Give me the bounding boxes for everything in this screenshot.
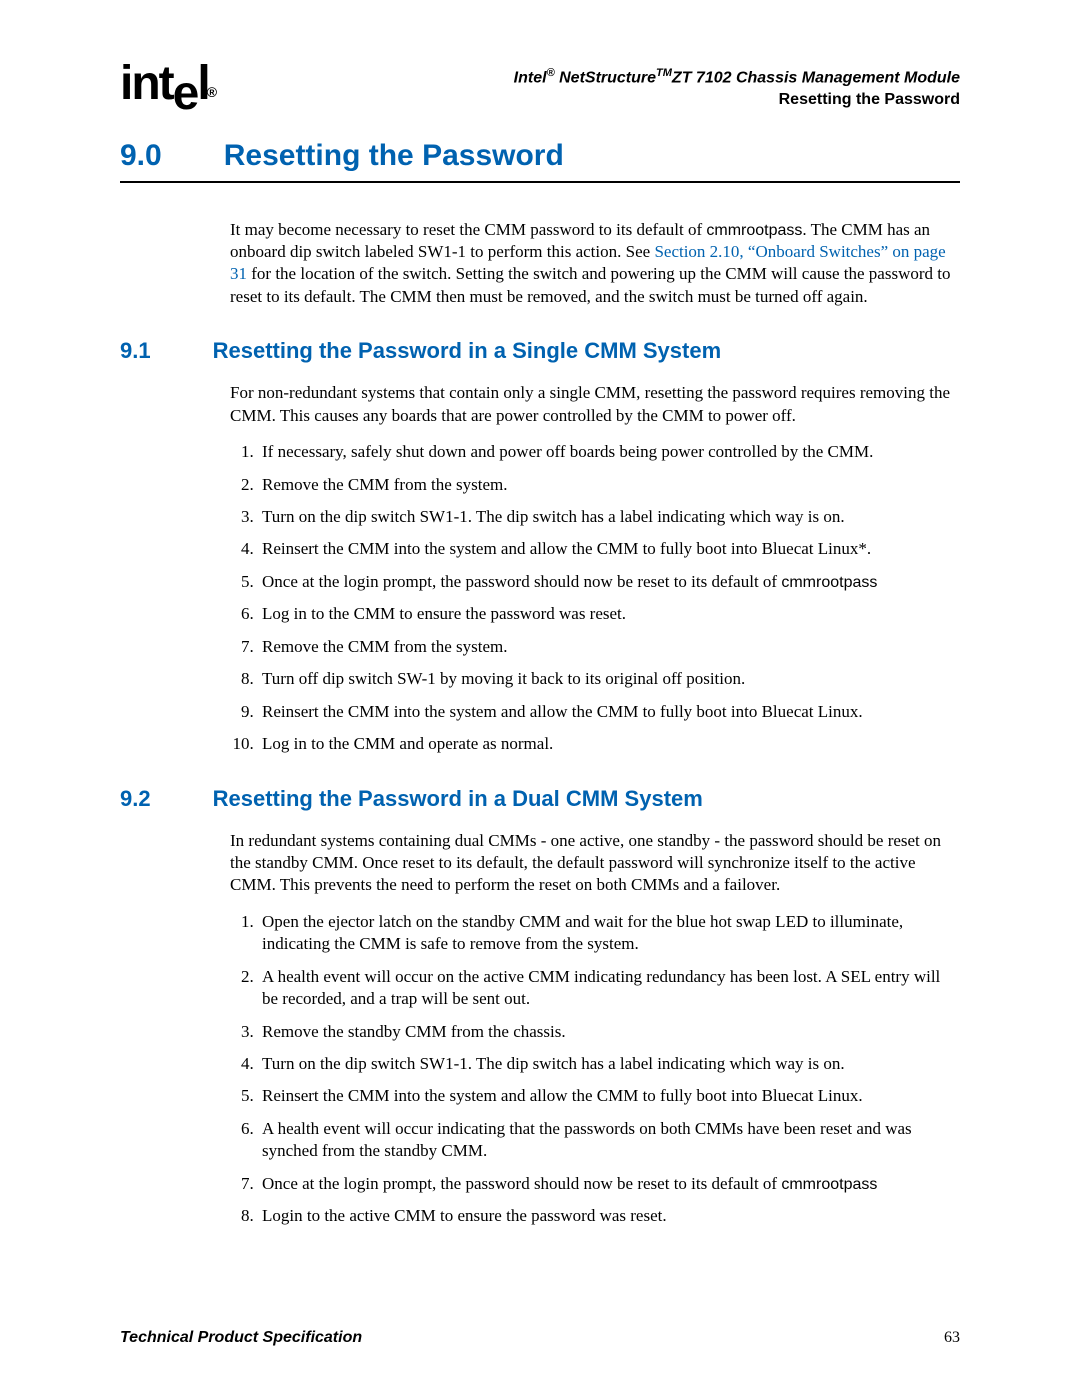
product-title: Intel® NetStructureTMZT 7102 Chassis Man… [514, 66, 960, 89]
page-header: intel® Intel® NetStructureTMZT 7102 Chas… [120, 60, 960, 111]
footer-page-number: 63 [944, 1329, 960, 1347]
heading-title: Resetting the Password in a Dual CMM Sys… [213, 786, 703, 812]
list-item: Once at the login prompt, the password s… [258, 571, 960, 593]
page: intel® Intel® NetStructureTMZT 7102 Chas… [0, 0, 1080, 1397]
intro-text: It may become necessary to reset the CMM… [230, 219, 960, 309]
list-item: Login to the active CMM to ensure the pa… [258, 1205, 960, 1227]
list-item: If necessary, safely shut down and power… [258, 441, 960, 463]
section-heading-9-1: 9.1 Resetting the Password in a Single C… [120, 338, 960, 364]
list-item: Reinsert the CMM into the system and all… [258, 701, 960, 723]
heading-number: 9.1 [120, 338, 151, 364]
section-9-1-para: For non-redundant systems that contain o… [230, 382, 960, 427]
footer-doc-title: Technical Product Specification [120, 1329, 362, 1347]
heading-title: Resetting the Password in a Single CMM S… [213, 338, 722, 364]
heading-number: 9.0 [120, 139, 162, 173]
heading-number: 9.2 [120, 786, 151, 812]
section-9-1-steps: If necessary, safely shut down and power… [230, 441, 960, 755]
list-item: A health event will occur indicating tha… [258, 1118, 960, 1163]
cross-reference-link[interactable]: Section 2.10, “Onboard Switches” on page… [230, 242, 946, 283]
list-item: Reinsert the CMM into the system and all… [258, 538, 960, 560]
list-item: Turn on the dip switch SW1-1. The dip sw… [258, 1053, 960, 1075]
intro-paragraph: It may become necessary to reset the CMM… [230, 219, 960, 309]
section-9-2-para: In redundant systems containing dual CMM… [230, 830, 960, 897]
list-item: Log in to the CMM and operate as normal. [258, 733, 960, 755]
page-footer: Technical Product Specification 63 [120, 1329, 960, 1347]
list-item: A health event will occur on the active … [258, 966, 960, 1011]
list-item: Remove the standby CMM from the chassis. [258, 1021, 960, 1043]
list-item: Reinsert the CMM into the system and all… [258, 1085, 960, 1107]
heading-title: Resetting the Password [224, 139, 564, 173]
intel-logo: intel® [120, 60, 217, 108]
section-9-1-body: For non-redundant systems that contain o… [230, 382, 960, 755]
list-item: Remove the CMM from the system. [258, 636, 960, 658]
section-heading-9-0: 9.0 Resetting the Password [120, 139, 960, 183]
list-item: Once at the login prompt, the password s… [258, 1173, 960, 1195]
list-item: Remove the CMM from the system. [258, 474, 960, 496]
list-item: Turn off dip switch SW-1 by moving it ba… [258, 668, 960, 690]
list-item: Log in to the CMM to ensure the password… [258, 603, 960, 625]
section-heading-9-2: 9.2 Resetting the Password in a Dual CMM… [120, 786, 960, 812]
header-right: Intel® NetStructureTMZT 7102 Chassis Man… [514, 60, 960, 111]
list-item: Turn on the dip switch SW1-1. The dip sw… [258, 506, 960, 528]
section-9-2-steps: Open the ejector latch on the standby CM… [230, 911, 960, 1228]
header-section-title: Resetting the Password [514, 89, 960, 111]
section-9-2-body: In redundant systems containing dual CMM… [230, 830, 960, 1228]
list-item: Open the ejector latch on the standby CM… [258, 911, 960, 956]
